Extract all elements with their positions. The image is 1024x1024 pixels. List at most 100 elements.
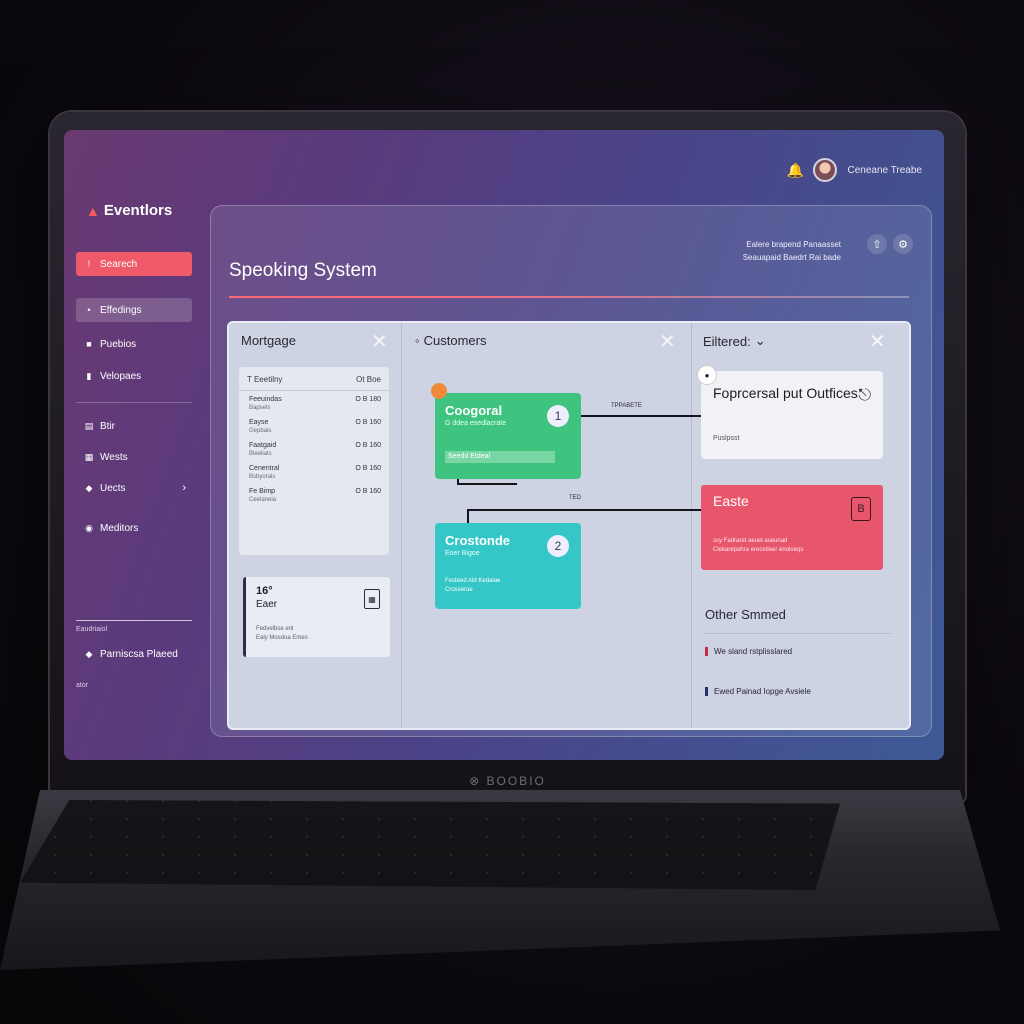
- step-badge: 2: [547, 535, 569, 557]
- sidebar-item-label: Meditors: [100, 522, 139, 534]
- column-divider: [401, 323, 402, 728]
- connector-label: TED: [569, 495, 581, 501]
- sidebar-item-label: Puebios: [100, 338, 137, 350]
- tag-icon: •: [87, 305, 91, 315]
- bookmark-icon: B: [851, 497, 871, 521]
- row-value: O B 180: [355, 396, 381, 403]
- calendar-icon: ▦: [364, 589, 380, 609]
- table-column-header: Ot Boe: [356, 375, 381, 384]
- note-card[interactable]: 16° Eaer Fedvelbse enl Ealy Mosdoa Emes …: [243, 577, 390, 657]
- sidebar-item-label: Parniscsa Plaeed: [100, 648, 178, 660]
- sidebar-item-search[interactable]: ! Searech: [76, 252, 192, 276]
- row-value: O B 160: [355, 488, 381, 495]
- sidebar-item-effedings[interactable]: • Effedings: [76, 298, 192, 322]
- keyboard: [20, 800, 840, 890]
- sidebar-item-btir[interactable]: ▤ Btir: [76, 414, 192, 438]
- lock-icon: ⎋: [858, 387, 871, 404]
- close-icon[interactable]: ✕: [659, 329, 676, 354]
- table-row[interactable]: Feeuindas Bapsels O B 180: [239, 391, 389, 414]
- sidebar-item-velopaes[interactable]: ▮ Velopaes: [76, 364, 192, 388]
- user-name[interactable]: Ceneane Treabe: [847, 165, 922, 176]
- note-details: Fedvelbse enl Ealy Mosdoa Emes: [256, 625, 308, 643]
- row-value: O B 160: [355, 442, 381, 449]
- connector-line: [581, 415, 701, 417]
- sidebar-item-label: Wests: [100, 451, 128, 463]
- proposal-card[interactable]: ● Foprcersal put Outfices Puslpsst ⎋: [697, 365, 883, 459]
- table-row[interactable]: Fe Bimp Ceelaneia O B 160: [239, 483, 389, 506]
- chevron-down-icon: ⌄: [754, 333, 766, 348]
- table-header: T Eeetilny Ot Boe: [239, 367, 389, 391]
- pin-icon: ●: [697, 365, 717, 385]
- column-title-text: Eiltered:: [703, 333, 751, 349]
- app-logo[interactable]: ▲ Eventlors: [86, 202, 172, 219]
- close-icon[interactable]: ✕: [371, 329, 388, 354]
- step-badge: 1: [547, 405, 569, 427]
- flame-icon: ▲: [86, 202, 100, 219]
- sidebar-item-footer[interactable]: ◆ Parniscsa Plaeed: [76, 642, 192, 666]
- flow-card-subtitle: G ddea esedlacrate: [445, 420, 507, 427]
- sidebar-item-uects[interactable]: ◆ Uects ›: [76, 476, 192, 500]
- row-sub: Gepbais: [249, 428, 272, 434]
- screen: 🔔 Ceneane Treabe ▲ Eventlors ! Searech •…: [64, 130, 944, 760]
- flow-card-title: Coogoral: [445, 403, 503, 418]
- sidebar-item-wests[interactable]: ▦ Wests: [76, 445, 192, 469]
- flow-card-coogoral[interactable]: Coogoral G ddea esedlacrate 1 Seedd Etde…: [435, 393, 581, 479]
- flow-card-line: Crosserae: [445, 587, 473, 593]
- table-column-header: T Eeetilny: [247, 375, 283, 384]
- column-title-text: Customers: [423, 333, 487, 348]
- tool-icon: ◉: [85, 522, 93, 533]
- settings-icon[interactable]: ⚙: [893, 234, 913, 254]
- note-label: Eaer: [256, 599, 278, 610]
- pin-icon: ◆: [85, 648, 93, 659]
- bell-icon[interactable]: 🔔: [787, 162, 804, 178]
- row-sub: Bsbyorals: [249, 474, 276, 480]
- chart-icon: ▮: [86, 370, 92, 381]
- column-title-mortgage: Mortgage: [241, 333, 296, 348]
- sidebar-divider: [76, 402, 192, 403]
- title-underline: [229, 296, 909, 298]
- table-row[interactable]: Eayse Gepbais O B 160: [239, 414, 389, 437]
- row-sub: Bapsels: [249, 405, 271, 411]
- connector-label: TPPABETE: [611, 403, 642, 409]
- proposal-sub: Puslpsst: [713, 435, 740, 442]
- flow-card-subtitle: Eoer Bigoe: [445, 550, 480, 557]
- alert-details: ssy Fadraret aeuel aseunad Clekarepahra …: [713, 537, 803, 555]
- sidebar-item-puebios[interactable]: ■ Puebios: [76, 332, 192, 356]
- connector-line: [457, 483, 517, 485]
- row-name: Cenentral: [249, 465, 280, 472]
- sidebar: ▲ Eventlors ! Searech • Effedings ■ Pueb…: [64, 190, 204, 750]
- list-item[interactable]: Ewed Painad Iopge Avsiele: [705, 687, 811, 696]
- sidebar-item-label: Velopaes: [100, 370, 142, 382]
- main-panel: Speoking System Ealere brapend Panaasset…: [210, 205, 932, 737]
- table-row[interactable]: Faatgaid Bleeliats O B 160: [239, 437, 389, 460]
- section-divider: [705, 633, 891, 634]
- sidebar-item-label: Effedings: [100, 304, 142, 316]
- page-title: Speoking System: [229, 260, 377, 281]
- close-icon[interactable]: ✕: [869, 329, 886, 354]
- note-number: 16°: [256, 585, 273, 597]
- laptop-brand: ⊗ BOOBIO: [469, 774, 546, 788]
- alert-line: ssy Fadraret aeuel aseunad: [713, 538, 788, 544]
- avatar[interactable]: [813, 158, 838, 182]
- upload-icon[interactable]: ⇧: [867, 234, 887, 254]
- customers-icon: ◦: [415, 333, 420, 348]
- header-info-line: Seauapaid Baedrt Rai bade: [742, 253, 841, 262]
- topbar-user: 🔔 Ceneane Treabe: [787, 158, 922, 182]
- progress-bar: Seedd Etdeal: [445, 451, 555, 463]
- status-dot: [431, 383, 447, 399]
- grid-icon: ▦: [84, 451, 94, 462]
- column-title-filtered[interactable]: Eiltered: ⌄: [703, 333, 766, 349]
- sidebar-item-label: Btir: [100, 420, 115, 432]
- sidebar-item-meditors[interactable]: ◉ Meditors: [76, 516, 192, 540]
- column-title-customers: ◦ Customers: [415, 333, 486, 348]
- flow-card-crostonde[interactable]: Crostonde Eoer Bigoe 2 Festeed Ald Kedai…: [435, 523, 581, 609]
- header-info: Ealere brapend Panaasset Seauapaid Baedr…: [743, 238, 841, 264]
- list-item[interactable]: We sland rstplisslared: [705, 647, 792, 656]
- sidebar-item-label: Searech: [100, 258, 138, 270]
- flow-card-title: Crostonde: [445, 533, 510, 548]
- table-row[interactable]: Cenentral Bsbyorals O B 160: [239, 460, 389, 483]
- alert-card[interactable]: Easte ssy Fadraret aeuel aseunad Clekare…: [701, 485, 883, 570]
- row-name: Fe Bimp: [249, 488, 276, 495]
- chevron-right-icon: ›: [182, 482, 186, 494]
- sidebar-footer-small: ator: [76, 682, 89, 689]
